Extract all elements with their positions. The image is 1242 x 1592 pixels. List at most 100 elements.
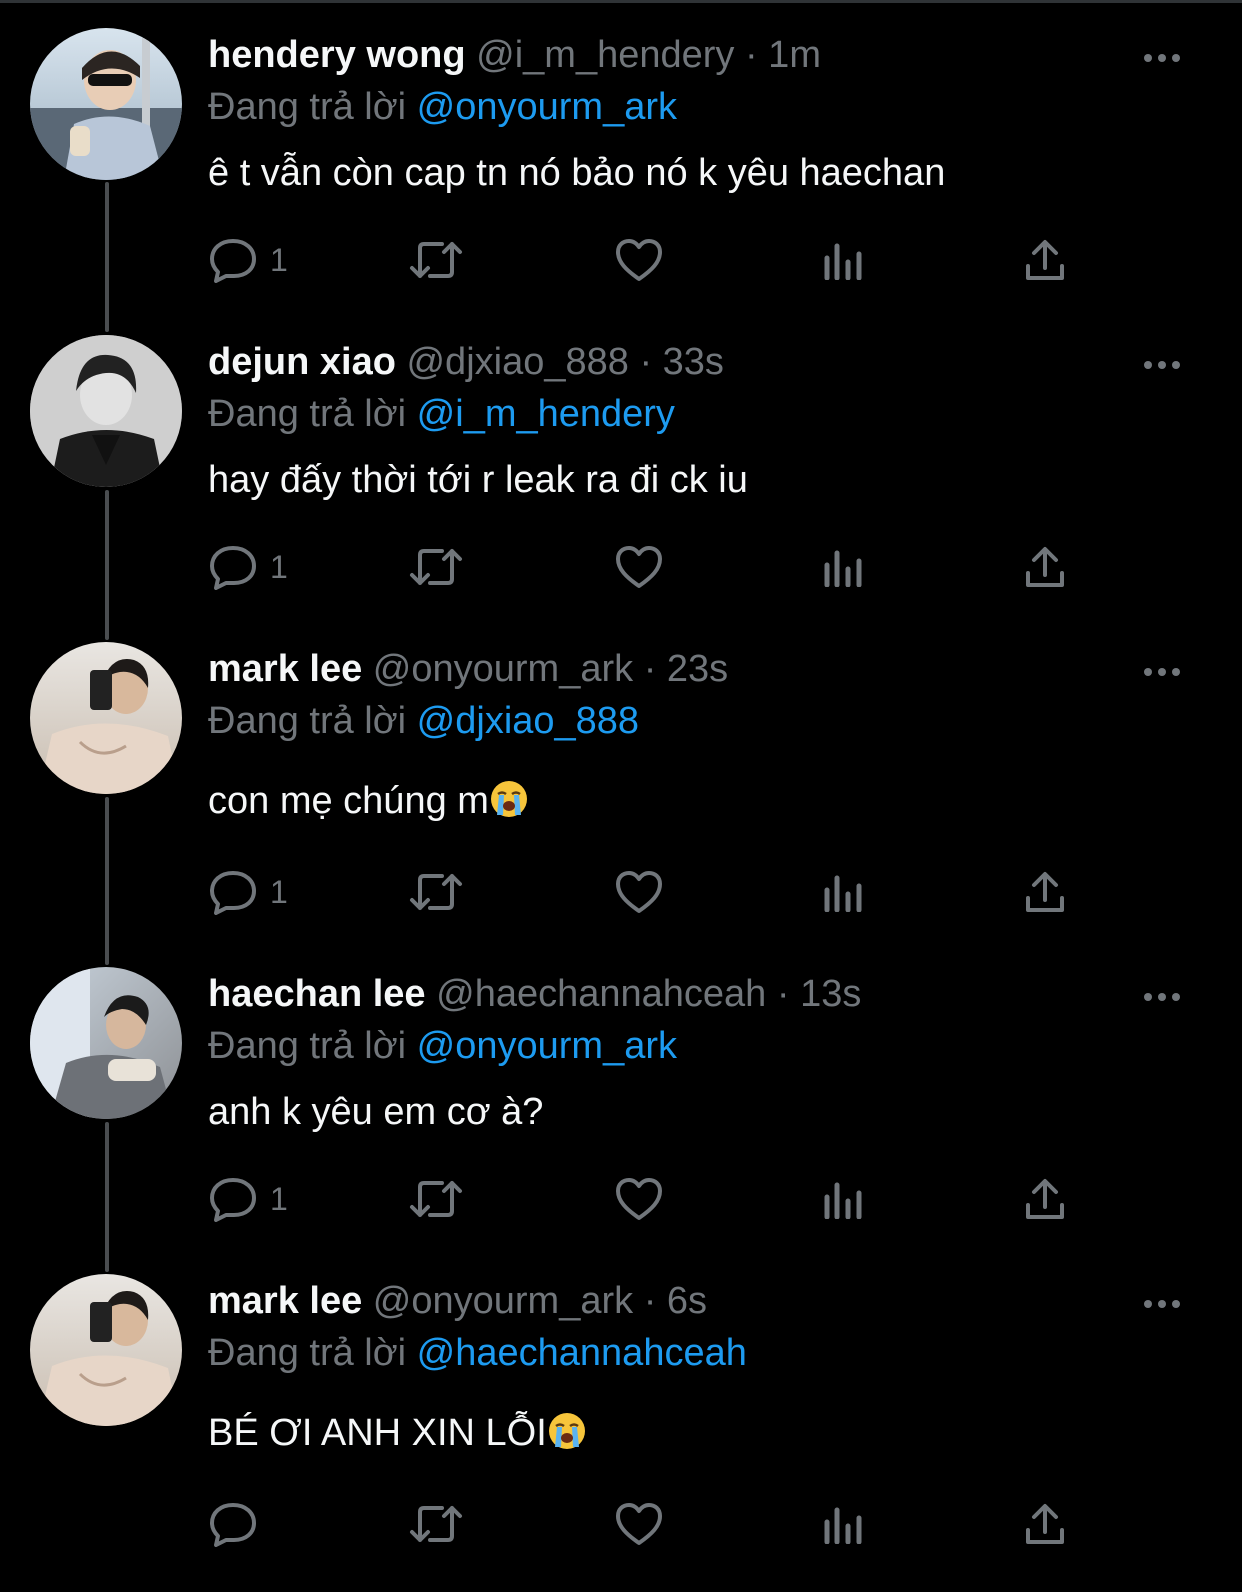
reply-icon: [210, 239, 256, 283]
share-button[interactable]: [1024, 1500, 1066, 1548]
retweet-button[interactable]: [408, 543, 464, 591]
retweet-button[interactable]: [408, 1175, 464, 1223]
display-name[interactable]: mark lee: [208, 648, 362, 690]
reply-icon: [210, 1503, 256, 1547]
timestamp[interactable]: · 13s: [777, 973, 861, 1015]
avatar[interactable]: [30, 335, 182, 487]
user-handle[interactable]: @onyourm_ark: [373, 648, 633, 690]
more-icon[interactable]: [1142, 1296, 1182, 1312]
timestamp[interactable]: · 6s: [644, 1280, 707, 1322]
tweet-text-content: con mẹ chúng m: [208, 780, 489, 822]
user-handle[interactable]: @djxiao_888: [406, 341, 628, 383]
tweet-actions: 1: [208, 543, 1108, 591]
reply-count: 1: [270, 1180, 288, 1217]
tweet-text-content: BÉ ƠI ANH XIN LỖI: [208, 1412, 547, 1454]
tweet-actions: [208, 1500, 1108, 1548]
mention-link[interactable]: @djxiao_888: [417, 700, 639, 742]
reply-button[interactable]: 1: [208, 236, 288, 284]
tweet-text: ê t vẫn còn cap tn nó bảo nó k yêu haech…: [208, 148, 945, 198]
reply-button[interactable]: 1: [208, 543, 288, 591]
more-icon[interactable]: [1142, 989, 1182, 1005]
like-button[interactable]: [614, 1175, 664, 1223]
timestamp[interactable]: · 1m: [745, 34, 821, 76]
replying-to: Đang trả lời @onyourm_ark: [208, 82, 677, 132]
reply-count: 1: [270, 548, 288, 585]
more-icon[interactable]: [1142, 50, 1182, 66]
retweet-button[interactable]: [408, 868, 464, 916]
display-name[interactable]: hendery wong: [208, 34, 466, 76]
views-button[interactable]: [822, 1175, 864, 1223]
views-button[interactable]: [822, 1500, 864, 1548]
replying-to-label: Đang trả lời: [208, 700, 407, 742]
heart-icon: [616, 1178, 662, 1220]
user-handle[interactable]: @i_m_hendery: [476, 34, 734, 76]
display-name[interactable]: mark lee: [208, 1280, 362, 1322]
reply-button[interactable]: 1: [208, 1175, 288, 1223]
mention-link[interactable]: @i_m_hendery: [417, 393, 675, 435]
like-button[interactable]: [614, 1500, 664, 1548]
tweet-text: anh k yêu em cơ à?: [208, 1087, 543, 1137]
reply-icon: [210, 546, 256, 590]
user-handle[interactable]: @onyourm_ark: [373, 1280, 633, 1322]
tweet-text: con mẹ chúng m: [208, 776, 529, 826]
avatar[interactable]: [30, 642, 182, 794]
share-button[interactable]: [1024, 543, 1066, 591]
share-button[interactable]: [1024, 1175, 1066, 1223]
views-button[interactable]: [822, 543, 864, 591]
replying-to-label: Đang trả lời: [208, 86, 407, 128]
display-name[interactable]: haechan lee: [208, 973, 426, 1015]
views-button[interactable]: [822, 868, 864, 916]
tweet-header: dejun xiao @djxiao_888 · 33s: [208, 337, 724, 387]
tweet-header: haechan lee @haechannahceah · 13s: [208, 969, 861, 1019]
views-icon: [824, 1182, 862, 1219]
heart-icon: [616, 871, 662, 913]
replying-to: Đang trả lời @i_m_hendery: [208, 389, 675, 439]
retweet-button[interactable]: [408, 1500, 464, 1548]
avatar[interactable]: [30, 28, 182, 180]
more-icon[interactable]: [1142, 664, 1182, 680]
retweet-icon: [410, 242, 462, 278]
views-button[interactable]: [822, 236, 864, 284]
share-icon: [1026, 240, 1064, 280]
tweet-actions: 1: [208, 1175, 1108, 1223]
thread-line: [105, 1122, 109, 1272]
mention-link[interactable]: @haechannahceah: [417, 1332, 747, 1374]
tweet-text-content: ê t vẫn còn cap tn nó bảo nó k yêu haech…: [208, 152, 946, 194]
share-icon: [1026, 1504, 1064, 1544]
avatar[interactable]: [30, 1274, 182, 1426]
share-icon: [1026, 872, 1064, 912]
timestamp[interactable]: · 33s: [639, 341, 723, 383]
replying-to-label: Đang trả lời: [208, 1025, 407, 1067]
thread-line: [105, 797, 109, 965]
views-icon: [824, 243, 862, 280]
timestamp[interactable]: · 23s: [644, 648, 728, 690]
tweet-text: hay đấy thời tới r leak ra đi ck iu: [208, 455, 748, 505]
tweet-text: BÉ ƠI ANH XIN LỖI: [208, 1408, 587, 1458]
tweet-header: mark lee @onyourm_ark · 23s: [208, 644, 728, 694]
tweet-text-content: hay đấy thời tới r leak ra đi ck iu: [208, 459, 748, 501]
share-icon: [1026, 547, 1064, 587]
views-icon: [824, 1507, 862, 1544]
user-handle[interactable]: @haechannahceah: [436, 973, 766, 1015]
like-button[interactable]: [614, 543, 664, 591]
like-button[interactable]: [614, 236, 664, 284]
tweet-header: hendery wong @i_m_hendery · 1m: [208, 30, 821, 80]
reply-button[interactable]: 1: [208, 868, 288, 916]
share-button[interactable]: [1024, 236, 1066, 284]
replying-to-label: Đang trả lời: [208, 1332, 407, 1374]
more-icon[interactable]: [1142, 357, 1182, 373]
mention-link[interactable]: @onyourm_ark: [417, 1025, 677, 1067]
share-icon: [1026, 1179, 1064, 1219]
reply-button[interactable]: [208, 1500, 270, 1548]
avatar[interactable]: [30, 967, 182, 1119]
thread-line: [105, 182, 109, 332]
retweet-button[interactable]: [408, 236, 464, 284]
like-button[interactable]: [614, 868, 664, 916]
tweet-header: mark lee @onyourm_ark · 6s: [208, 1276, 707, 1326]
replying-to: Đang trả lời @djxiao_888: [208, 696, 639, 746]
display-name[interactable]: dejun xiao: [208, 341, 396, 383]
share-button[interactable]: [1024, 868, 1066, 916]
heart-icon: [616, 239, 662, 281]
mention-link[interactable]: @onyourm_ark: [417, 86, 677, 128]
replying-to: Đang trả lời @haechannahceah: [208, 1328, 747, 1378]
